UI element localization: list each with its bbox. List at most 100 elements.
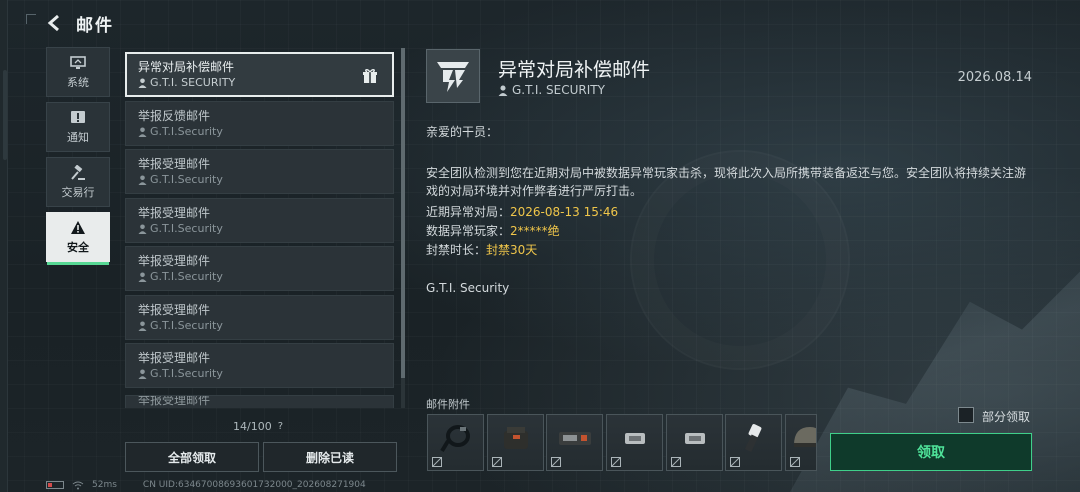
device-item-icon — [559, 432, 591, 445]
mail-sender-text: G.T.I. SECURITY — [150, 76, 236, 89]
person-icon — [498, 85, 508, 96]
mail-sender: G.T.I.Security — [138, 269, 381, 284]
mail-count: 14/100 ? — [233, 420, 283, 433]
mail-subject: 举报受理邮件 — [138, 303, 211, 317]
mail-detail-sender: G.T.I. SECURITY — [498, 83, 605, 97]
mail-item[interactable]: 举报受理邮件 G.T.I.Security — [125, 295, 394, 340]
mail-sender: G.T.I.Security — [138, 366, 381, 381]
claim-button[interactable]: 领取 — [830, 433, 1032, 471]
attachment-slot[interactable] — [666, 414, 723, 471]
locked-icon — [432, 457, 442, 467]
corner-bracket — [26, 14, 36, 24]
attachment-slot[interactable] — [725, 414, 782, 471]
mail-list[interactable]: 异常对局补偿邮件 G.T.I. SECURITY 举报反馈邮件 G.T.I.Se… — [125, 52, 394, 408]
person-icon — [138, 127, 147, 137]
claim-all-button[interactable]: 全部领取 — [125, 442, 259, 472]
mail-paragraph: 安全团队检测到您在近期对局中被数据异常玩家击杀，现将此次入局所携带装备返还与您。… — [426, 166, 1027, 198]
attachment-slot[interactable] — [487, 414, 544, 471]
mail-item-partial[interactable]: 举报受理邮件 — [125, 395, 394, 408]
locked-icon — [611, 457, 621, 467]
locked-icon — [671, 457, 681, 467]
category-notice[interactable]: 通知 — [46, 102, 110, 152]
back-arrow-icon[interactable] — [44, 12, 66, 34]
page-header: 邮件 — [44, 8, 114, 38]
mail-subject: 举报反馈邮件 — [138, 109, 211, 123]
attachment-slot[interactable] — [606, 414, 663, 471]
person-icon — [138, 78, 147, 88]
field-value: 封禁30天 — [486, 243, 538, 257]
monitor-icon — [69, 55, 87, 71]
ammo-item-icon — [685, 433, 705, 444]
mail-field-ban: 封禁时长：封禁30天 — [426, 241, 537, 259]
mail-item[interactable]: 举报反馈邮件 G.T.I.Security — [125, 101, 394, 146]
mail-subject: 举报受理邮件 — [138, 395, 211, 407]
category-system[interactable]: 系统 — [46, 47, 110, 97]
partial-claim-checkbox[interactable] — [958, 407, 974, 423]
category-label: 通知 — [67, 130, 89, 144]
mail-subject: 举报受理邮件 — [138, 351, 211, 365]
category-label: 安全 — [67, 240, 89, 254]
locked-icon — [492, 457, 502, 467]
uid-text: CN UID:63467008693601732000_202608271904 — [142, 480, 366, 490]
attachments-label: 邮件附件 — [426, 398, 470, 411]
mail-sender: G.T.I. SECURITY — [138, 75, 381, 90]
mail-greeting: 亲爱的干员： — [426, 125, 499, 139]
mail-sender: G.T.I.Security — [138, 221, 381, 236]
attachment-slot[interactable] — [546, 414, 603, 471]
person-icon — [138, 321, 147, 331]
mail-subject: 举报受理邮件 — [138, 254, 211, 268]
mail-sender-text: G.T.I.Security — [150, 270, 223, 283]
locked-icon — [790, 457, 800, 467]
category-security[interactable]: 安全 — [46, 212, 110, 265]
person-icon — [138, 175, 147, 185]
pouch-item-icon — [504, 427, 528, 449]
gift-icon — [363, 69, 377, 83]
mail-subject: 举报受理邮件 — [138, 206, 211, 220]
page-title: 邮件 — [76, 15, 114, 36]
alert-icon — [69, 110, 87, 126]
mail-sender-text: G.T.I.Security — [150, 125, 223, 138]
field-value: 2026-08-13 15:46 — [510, 205, 619, 219]
mail-signature: G.T.I. Security — [426, 281, 510, 295]
mail-list-scrollbar-thumb[interactable] — [401, 48, 405, 378]
mail-item[interactable]: 举报受理邮件 G.T.I.Security — [125, 198, 394, 243]
mail-sender: G.T.I.Security — [138, 124, 381, 139]
mail-subject: 举报受理邮件 — [138, 157, 211, 171]
status-bar: 52ms CN UID:63467008693601732000_2026082… — [46, 480, 366, 490]
person-icon — [138, 369, 147, 379]
delete-read-button[interactable]: 删除已读 — [263, 442, 397, 472]
cord-item-icon — [440, 425, 470, 453]
left-edge-bar — [0, 0, 8, 492]
mail-field-match: 近期异常对局：2026-08-13 15:46 — [426, 203, 618, 221]
mail-sender-text: G.T.I.Security — [150, 319, 223, 332]
attachment-slot-partial[interactable] — [785, 414, 817, 471]
mail-sender: G.T.I.Security — [138, 172, 381, 187]
mail-detail-sender-text: G.T.I. SECURITY — [512, 83, 605, 97]
ammo-item-icon — [625, 433, 645, 444]
warning-icon — [69, 220, 87, 236]
category-label: 系统 — [67, 75, 89, 89]
mail-item[interactable]: 举报受理邮件 G.T.I.Security — [125, 246, 394, 291]
attachment-slot[interactable] — [427, 414, 484, 471]
mail-item[interactable]: 举报受理邮件 G.T.I.Security — [125, 149, 394, 194]
partial-claim-label: 部分领取 — [982, 410, 1031, 424]
mail-sender-text: G.T.I.Security — [150, 367, 223, 380]
field-value: 2*****绝 — [510, 224, 560, 238]
mail-sender-text: G.T.I.Security — [150, 222, 223, 235]
mail-count-text: 14/100 — [233, 420, 272, 433]
mail-detail-date: 2026.08.14 — [957, 70, 1032, 85]
category-trade[interactable]: 交易行 — [46, 157, 110, 207]
locked-icon — [551, 457, 561, 467]
wifi-icon — [72, 481, 84, 489]
mail-detail-title: 异常对局补偿邮件 — [498, 59, 651, 81]
locked-icon — [730, 457, 740, 467]
field-label: 数据异常玩家： — [426, 224, 511, 238]
mail-item[interactable]: 举报受理邮件 G.T.I.Security — [125, 343, 394, 388]
mail-sender: G.T.I.Security — [138, 318, 381, 333]
gavel-icon — [69, 164, 87, 181]
person-icon — [138, 272, 147, 282]
person-icon — [138, 224, 147, 234]
help-icon[interactable]: ? — [278, 421, 283, 432]
mail-item-selected[interactable]: 异常对局补偿邮件 G.T.I. SECURITY — [125, 52, 394, 97]
field-label: 封禁时长： — [426, 243, 487, 257]
